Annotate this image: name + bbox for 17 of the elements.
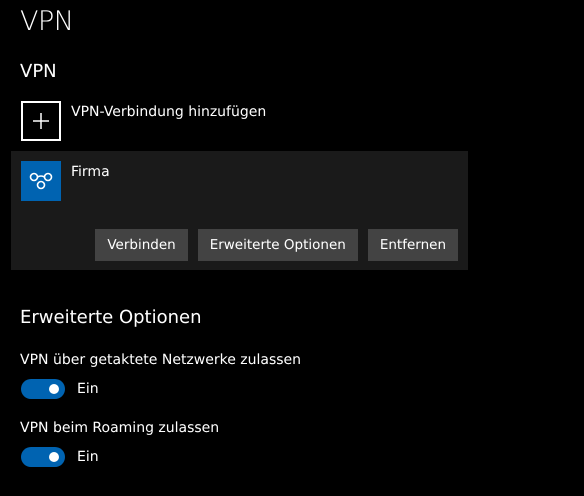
section-heading: Erweiterte Optionen bbox=[20, 306, 203, 330]
toggle-state: Ein bbox=[77, 380, 99, 399]
vpn-icon bbox=[21, 161, 61, 201]
connection-button[interactable]: Erweiterte Optionen bbox=[198, 229, 358, 261]
add-vpn-link[interactable]: VPN-Verbindung hinzufügen bbox=[71, 101, 266, 123]
add-icon[interactable] bbox=[21, 101, 61, 141]
toggle-label: VPN beim Roaming zulassen bbox=[20, 419, 220, 438]
page-title: VPN bbox=[20, 5, 74, 39]
toggle-switch[interactable] bbox=[21, 447, 65, 467]
vpn-connection-card[interactable]: Firma Verbinden Erweiterte Optionen Entfernen bbox=[11, 151, 468, 270]
connection-name: Firma bbox=[71, 163, 110, 182]
toggle-switch[interactable] bbox=[21, 379, 65, 399]
toggle-state: Ein bbox=[77, 448, 99, 467]
connection-button[interactable]: Verbinden bbox=[95, 229, 188, 261]
toggle-label: VPN über getaktete Netzwerke zulassen bbox=[20, 351, 302, 370]
section-heading: VPN bbox=[20, 60, 58, 84]
connection-button[interactable]: Entfernen bbox=[368, 229, 458, 261]
